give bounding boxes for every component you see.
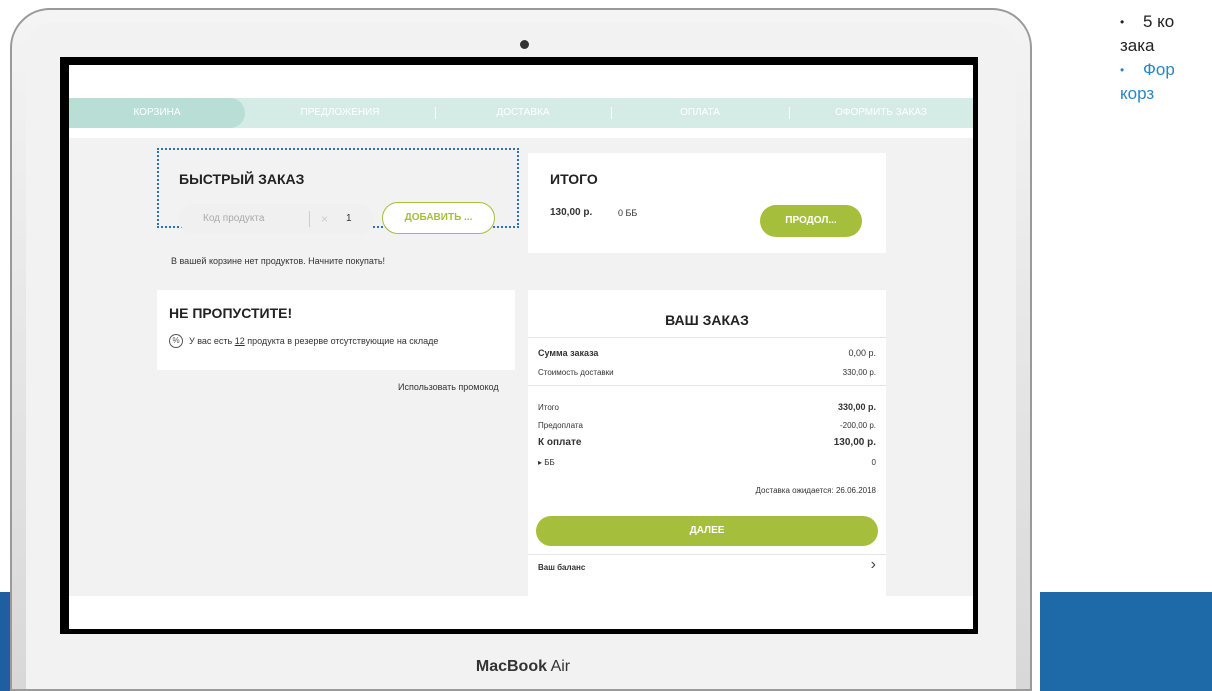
checkout-steps-nav: КОРЗИНА ПРЕДЛОЖЕНИЯ ДОСТАВКА ОПЛАТА ОФОР… [69, 98, 973, 128]
product-code-input[interactable]: Код продукта × 1 [179, 204, 374, 234]
slide-bullet-2-cont: корз [1120, 84, 1155, 103]
slide-bullets: • 5 ко зака • Фор корз [1120, 10, 1212, 106]
camera-icon [520, 40, 529, 49]
prepayment-value: -200,00 р. [839, 421, 876, 430]
total-title: ИТОГО [550, 171, 598, 187]
prepayment-label: Предоплата [538, 421, 583, 430]
tab-payment[interactable]: ОПЛАТА [611, 98, 789, 128]
subtotal-value: 330,00 р. [837, 402, 876, 412]
reserve-notice: У вас есть 12 продукта в резерве отсутст… [189, 336, 439, 346]
device-brand-label: MacBook Air [475, 658, 571, 675]
order-summary-card: ВАШ ЗАКАЗ Сумма заказа 0,00 р. Стоимость… [528, 290, 886, 596]
delivery-cost-value: 330,00 р. [842, 368, 876, 377]
slide-blue-band-right [1040, 592, 1212, 691]
app-display: КОРЗИНА ПРЕДЛОЖЕНИЯ ДОСТАВКА ОПЛАТА ОФОР… [69, 65, 973, 629]
divider [528, 554, 886, 555]
empty-cart-message: В вашей корзине нет продуктов. Начните п… [171, 256, 386, 266]
multiply-icon: × [321, 212, 329, 226]
delivery-expected: Доставка ожидается: 26.06.2018 [755, 486, 876, 495]
delivery-cost-label: Стоимость доставки [538, 368, 614, 377]
tab-cart[interactable]: КОРЗИНА [69, 98, 245, 128]
slide-bullet-2: • Фор [1120, 60, 1175, 79]
bb-value: 0 [871, 458, 876, 467]
order-summary-title: ВАШ ЗАКАЗ [665, 312, 749, 328]
total-amount: 130,00 р. [550, 207, 593, 218]
order-sum-label: Сумма заказа [538, 348, 599, 358]
slide-bullet-1: • 5 ко [1120, 12, 1175, 31]
add-product-button[interactable]: ДОБАВИТЬ ... [382, 202, 495, 234]
percent-icon: % [169, 334, 183, 348]
dont-miss-card: НЕ ПРОПУСТИТЕ! % У вас есть 12 продукта … [157, 290, 515, 370]
tab-checkout[interactable]: ОФОРМИТЬ ЗАКАЗ [789, 98, 973, 128]
next-button[interactable]: ДАЛЕЕ [536, 516, 878, 546]
slide-bullet-1-cont: зака [1120, 36, 1155, 55]
subtotal-label: Итого [538, 403, 559, 412]
divider [528, 385, 886, 386]
promo-code-link[interactable]: Использовать промокод [398, 382, 499, 392]
divider [528, 337, 886, 338]
tab-delivery[interactable]: ДОСТАВКА [435, 98, 611, 128]
order-sum-value: 0,00 р. [848, 348, 876, 358]
total-card: ИТОГО 130,00 р. 0 ББ ПРОДОЛ... [528, 153, 886, 253]
chevron-right-icon[interactable]: › [871, 556, 876, 574]
tab-offers[interactable]: ПРЕДЛОЖЕНИЯ [245, 98, 435, 128]
quick-order-title: БЫСТРЫЙ ЗАКАЗ [179, 171, 305, 187]
to-pay-label: К оплате [538, 437, 582, 448]
quantity-field[interactable]: 1 [346, 204, 352, 234]
total-bb: 0 ББ [618, 208, 638, 218]
dont-miss-title: НЕ ПРОПУСТИТЕ! [169, 305, 293, 321]
input-divider [309, 211, 310, 227]
continue-button[interactable]: ПРОДОЛ... [760, 205, 862, 237]
reserve-count-link[interactable]: 12 [235, 336, 245, 346]
balance-link[interactable]: Ваш баланс [538, 563, 585, 572]
to-pay-value: 130,00 р. [833, 437, 876, 448]
bb-expander[interactable]: ▸ ББ [538, 458, 555, 467]
